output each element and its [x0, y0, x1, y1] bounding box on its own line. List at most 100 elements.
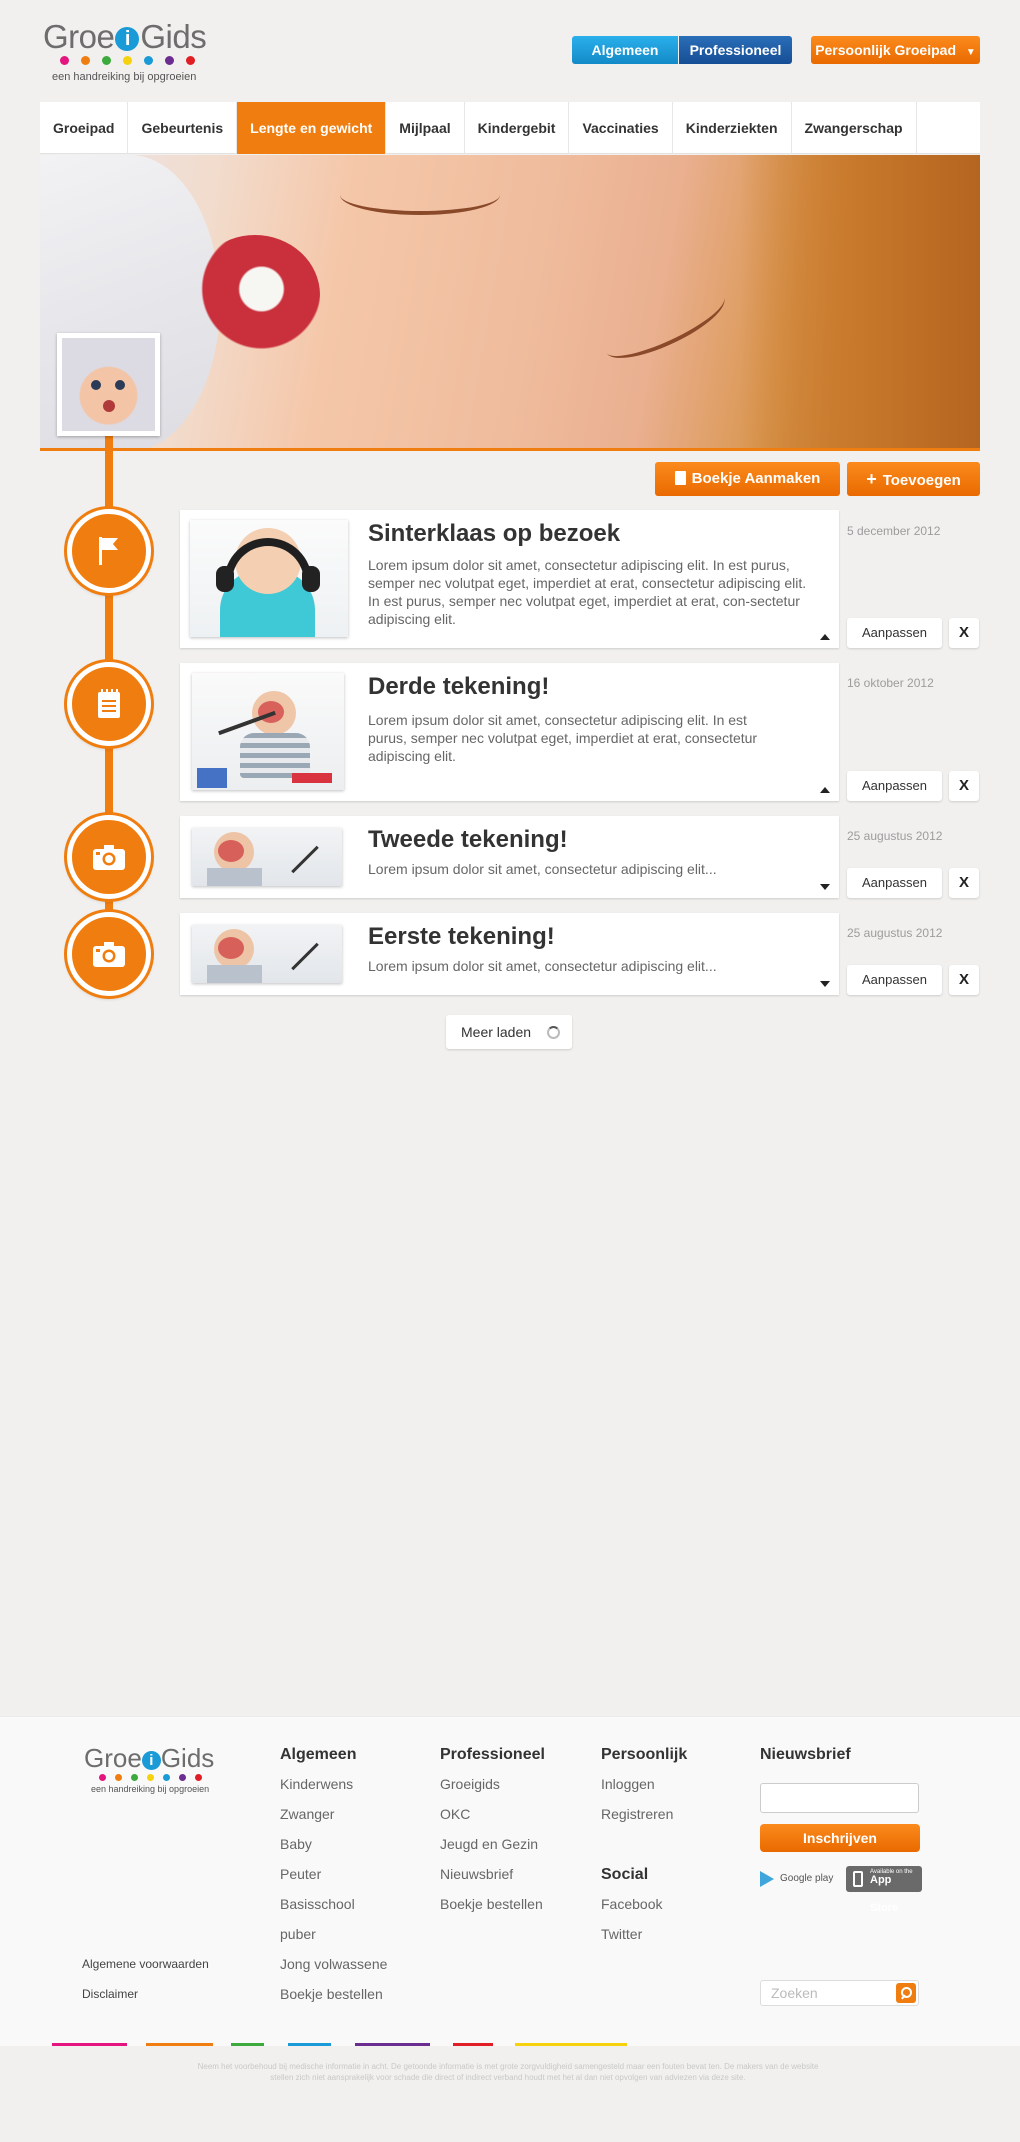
footer-link-basisschool[interactable]: Basisschool [280, 1896, 355, 1912]
timeline-card[interactable]: Derde tekening! Lorem ipsum dolor sit am… [180, 663, 839, 801]
delete-button[interactable]: X [949, 618, 979, 648]
footer-logo-dot [115, 1774, 122, 1781]
book-icon [674, 471, 686, 485]
logo-word-left: Groe [43, 18, 115, 55]
nav-item-mijlpaal[interactable]: Mijlpaal [386, 102, 465, 154]
professioneel-button[interactable]: Professioneel [679, 36, 792, 64]
meer-laden-button[interactable]: Meer laden [446, 1015, 572, 1049]
logo-dot [144, 56, 153, 65]
timeline-card[interactable]: Eerste tekening! Lorem ipsum dolor sit a… [180, 913, 839, 995]
card-thumbnail[interactable] [190, 520, 348, 637]
footer-link-boekje-bestellen[interactable]: Boekje bestellen [280, 1986, 383, 2002]
plus-icon: + [866, 469, 877, 489]
footer-link-nieuwsbrief[interactable]: Nieuwsbrief [440, 1866, 513, 1882]
hero-banner-image [40, 155, 980, 451]
footer-stripe [146, 2043, 213, 2046]
card-date: 16 oktober 2012 [847, 676, 934, 690]
logo[interactable]: Groe i Gids [43, 18, 207, 56]
logo-dot [123, 56, 132, 65]
footer-link-zwanger[interactable]: Zwanger [280, 1806, 334, 1822]
camera-icon [93, 942, 125, 967]
footer-logo-dot [99, 1774, 106, 1781]
logo-i-dot: i [115, 27, 140, 51]
nav-item-vaccinaties[interactable]: Vaccinaties [569, 102, 673, 154]
footer-logo[interactable]: Groe i Gids [84, 1743, 214, 1774]
card-text: Lorem ipsum dolor sit amet, consectetur … [368, 958, 717, 974]
footer-link-twitter[interactable]: Twitter [601, 1926, 642, 1942]
boekje-aanmaken-button[interactable]: Boekje Aanmaken [655, 462, 840, 496]
aanpassen-button[interactable]: Aanpassen [847, 618, 942, 648]
timeline-card[interactable]: Tweede tekening! Lorem ipsum dolor sit a… [180, 816, 839, 898]
footer-link-boekje-bestellen[interactable]: Boekje bestellen [440, 1896, 543, 1912]
inschrijven-button[interactable]: Inschrijven [760, 1824, 920, 1852]
app-store-sub: Available on the [870, 1869, 913, 1875]
google-play-badge[interactable]: Google play [760, 1866, 840, 1892]
footer-logo-dot [131, 1774, 138, 1781]
delete-button[interactable]: X [949, 771, 979, 801]
footer-stripe [453, 2043, 493, 2046]
card-title: Sinterklaas op bezoek [368, 520, 621, 547]
footer-link-facebook[interactable]: Facebook [601, 1896, 662, 1912]
flag-icon [99, 537, 118, 565]
persoonlijk-groeipad-label: Persoonlijk Groeipad [815, 42, 957, 58]
nav-item-zwangerschap[interactable]: Zwangerschap [792, 102, 917, 154]
footer-stripe [231, 2043, 264, 2046]
footer-link-baby[interactable]: Baby [280, 1836, 312, 1852]
search-placeholder: Zoeken [771, 1985, 818, 2001]
expand-arrow-icon[interactable] [820, 884, 830, 890]
nav-item-lengte-en-gewicht[interactable]: Lengte en gewicht [237, 102, 387, 154]
footer-link-kinderwens[interactable]: Kinderwens [280, 1776, 353, 1792]
footer-logo-dot [195, 1774, 202, 1781]
nav-item-gebeurtenis[interactable]: Gebeurtenis [128, 102, 238, 154]
footer-link-puber[interactable]: puber [280, 1926, 316, 1942]
timeline-card[interactable]: Sinterklaas op bezoek Lorem ipsum dolor … [180, 510, 839, 648]
nav-item-kinderziekten[interactable]: Kinderziekten [673, 102, 792, 154]
footer-link-groeigids[interactable]: Groeigids [440, 1776, 500, 1792]
footer-heading-persoonlijk: Persoonlijk [601, 1746, 688, 1763]
boekje-aanmaken-label: Boekje Aanmaken [691, 470, 821, 487]
card-date: 5 december 2012 [847, 524, 941, 538]
footer-link-inloggen[interactable]: Inloggen [601, 1776, 655, 1792]
footer-logo-i: i [141, 1751, 161, 1770]
persoonlijk-groeipad-dropdown[interactable]: Persoonlijk Groeipad ▼ [811, 36, 980, 64]
nav-item-kindergebit[interactable]: Kindergebit [465, 102, 570, 154]
aanpassen-button[interactable]: Aanpassen [847, 868, 942, 898]
footer-link-registreren[interactable]: Registreren [601, 1806, 673, 1822]
algemene-voorwaarden-link[interactable]: Algemene voorwaarden [82, 1957, 209, 1971]
nav-item-groeipad[interactable]: Groeipad [40, 102, 129, 154]
child-avatar[interactable] [57, 333, 160, 436]
app-store-badge[interactable]: Available on the App Store [846, 1866, 922, 1914]
collapse-arrow-icon[interactable] [820, 787, 830, 793]
newsletter-email-input[interactable] [760, 1783, 919, 1813]
footer-color-stripes [0, 2043, 1020, 2046]
card-thumbnail[interactable] [192, 828, 342, 886]
collapse-arrow-icon[interactable] [820, 634, 830, 640]
main-nav: Groeipad Gebeurtenis Lengte en gewicht Mijl… [40, 102, 980, 154]
card-text: Lorem ipsum dolor sit amet, consectetur … [368, 712, 758, 764]
search-icon[interactable] [896, 1983, 916, 2003]
footer-heading-nieuwsbrief: Nieuwsbrief [760, 1746, 851, 1763]
footer-link-jong-volwassene[interactable]: Jong volwassene [280, 1956, 387, 1972]
footer-heading-algemeen: Algemeen [280, 1746, 357, 1763]
expand-arrow-icon[interactable] [820, 981, 830, 987]
card-thumbnail[interactable] [192, 673, 344, 790]
footer-search[interactable]: Zoeken [760, 1980, 919, 2006]
logo-word-right: Gids [140, 18, 207, 55]
algemeen-button[interactable]: Algemeen [572, 36, 678, 64]
disclaimer-link[interactable]: Disclaimer [82, 1987, 138, 2001]
delete-button[interactable]: X [949, 868, 979, 898]
card-thumbnail[interactable] [192, 925, 342, 983]
footer-link-jeugd-en-gezin[interactable]: Jeugd en Gezin [440, 1836, 538, 1852]
aanpassen-button[interactable]: Aanpassen [847, 965, 942, 995]
logo-dot [186, 56, 195, 65]
delete-button[interactable]: X [949, 965, 979, 995]
footer-link-peuter[interactable]: Peuter [280, 1866, 321, 1882]
aanpassen-button[interactable]: Aanpassen [847, 771, 942, 801]
footer-link-okc[interactable]: OKC [440, 1806, 470, 1822]
footer-logo-right: Gids [160, 1743, 215, 1773]
footer-stripe [515, 2043, 627, 2046]
logo-dot [102, 56, 111, 65]
card-title: Derde tekening! [368, 673, 550, 700]
toevoegen-button[interactable]: + Toevoegen [847, 462, 980, 496]
footer-logo-dot [163, 1774, 170, 1781]
